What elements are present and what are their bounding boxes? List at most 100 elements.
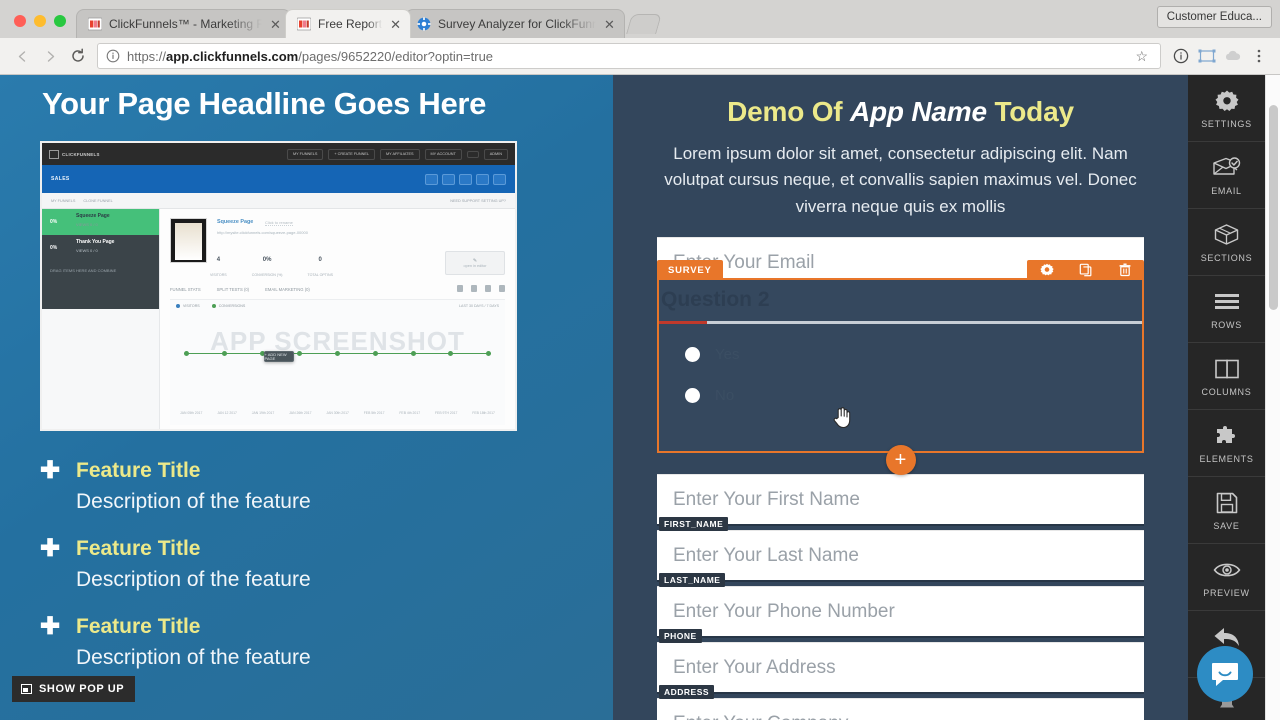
gear-icon <box>1215 88 1239 114</box>
clickfunnels-icon <box>297 17 311 31</box>
screenshot-body: 0% Squeeze Page VIEWS 0 / 0 0% Thank You… <box>42 209 515 430</box>
screenshot-funnel-bar: SALES <box>42 165 515 194</box>
screenshot-chart: VISITORS CONVERSIONS LAST 30 DAYS / 7 DA… <box>170 299 505 426</box>
funnel-step: 0% Thank You Page VIEWS 0 / 0 <box>42 235 159 262</box>
bookmark-star-icon[interactable]: ☆ <box>1135 48 1152 65</box>
radio-icon[interactable] <box>685 347 700 363</box>
email-check-icon <box>1212 155 1241 181</box>
columns-icon <box>1214 356 1239 382</box>
company-field[interactable]: Enter Your Company CUSTOM_TYPE <box>657 698 1144 720</box>
screenshot-nav: MY FUNNELS + CREATE FUNNEL MY AFFILIATES… <box>286 148 508 160</box>
back-button[interactable] <box>9 43 35 69</box>
feature-list: ✚ Feature Title Description of the featu… <box>40 458 573 673</box>
last-name-placeholder: Enter Your Last Name <box>673 544 859 566</box>
extension-info-icon[interactable] <box>1169 44 1193 68</box>
field-tag: ADDRESS <box>659 685 715 700</box>
tab-close-button[interactable]: ✕ <box>269 17 282 32</box>
sidebar-item-save[interactable]: SAVE <box>1188 477 1265 544</box>
survey-question: Question 2 <box>661 288 770 312</box>
sidebar-item-preview[interactable]: PREVIEW <box>1188 544 1265 611</box>
page-headline: Your Page Headline Goes Here <box>42 86 487 121</box>
tab-close-button[interactable]: ✕ <box>603 17 616 32</box>
optin-form: Enter Your Email SURVEY Question 2 Yes N… <box>613 237 1188 720</box>
sidebar-item-label: COLUMNS <box>1201 386 1252 397</box>
survey-option[interactable]: No <box>685 387 1142 404</box>
sidebar-item-label: ROWS <box>1211 319 1242 330</box>
sidebar-item-rows[interactable]: ROWS <box>1188 276 1265 343</box>
feature-item: ✚ Feature Title Description of the featu… <box>40 614 573 673</box>
feature-title: Feature Title <box>76 615 201 639</box>
survey-progress-fill <box>659 321 708 325</box>
browser-tab-clickfunnels[interactable]: ClickFunnels™ - Marketing F... ✕ <box>76 9 291 38</box>
sidebar-item-sections[interactable]: SECTIONS <box>1188 209 1265 276</box>
minimize-window-button[interactable] <box>34 15 46 27</box>
url-text: https://app.clickfunnels.com/pages/96522… <box>127 48 494 64</box>
new-tab-button[interactable] <box>626 14 662 34</box>
sidebar-item-columns[interactable]: COLUMNS <box>1188 343 1265 410</box>
scrollbar-thumb[interactable] <box>1269 105 1278 310</box>
sidebar-item-label: SETTINGS <box>1201 118 1252 129</box>
show-popup-button[interactable]: SHOW POP UP <box>12 676 136 702</box>
screenshot-stats: 4 VISITORS 0% CONVERSION (%) 0 TOTAL OPTINS <box>210 257 333 278</box>
sidebar-item-label: PREVIEW <box>1203 587 1250 598</box>
tab-close-button[interactable]: ✕ <box>389 17 402 32</box>
survey-option-label: Yes <box>715 346 740 364</box>
feature-title: Feature Title <box>76 537 201 561</box>
first-name-field[interactable]: Enter Your First Name FIRST_NAME <box>657 474 1144 532</box>
plus-icon: ✚ <box>40 535 61 563</box>
survey-options: Yes No <box>659 324 1142 404</box>
browser-tab-survey-analyzer[interactable]: Survey Analyzer for ClickFunn... ✕ <box>405 9 626 38</box>
survey-option-label: No <box>715 387 735 405</box>
delete-icon[interactable] <box>1105 260 1144 280</box>
profile-button[interactable]: Customer Educa... <box>1156 6 1272 28</box>
survey-progress-bar <box>659 321 1142 325</box>
settings-gear-icon[interactable] <box>1027 260 1066 280</box>
address-placeholder: Enter Your Address <box>673 656 836 678</box>
cloud-sync-icon[interactable] <box>1221 44 1245 68</box>
sidebar-item-email[interactable]: EMAIL <box>1188 142 1265 209</box>
browser-menu-button[interactable] <box>1247 44 1271 68</box>
address-bar[interactable]: https://app.clickfunnels.com/pages/96522… <box>97 43 1161 69</box>
eye-icon <box>1213 557 1241 583</box>
offer-headline: Demo Of App Name Today <box>727 96 1074 127</box>
forward-button[interactable] <box>37 43 63 69</box>
duplicate-icon[interactable] <box>1066 260 1105 280</box>
reload-button[interactable] <box>65 43 91 69</box>
tab-title: Free Report <box>318 17 383 31</box>
feature-description: Description of the feature <box>76 490 311 514</box>
address-field[interactable]: Enter Your Address ADDRESS <box>657 642 1144 700</box>
responsive-frame-icon[interactable] <box>1195 44 1219 68</box>
floppy-disk-icon <box>1216 490 1238 516</box>
screenshot-tab-icons <box>457 285 505 293</box>
page-scrollbar[interactable] <box>1265 75 1280 720</box>
company-placeholder: Enter Your Company <box>673 713 848 720</box>
close-window-button[interactable] <box>14 15 26 27</box>
editor-sidebar: SETTINGS EMAIL SECTIONS ROWS COLUMNS ELE… <box>1188 75 1265 720</box>
phone-field[interactable]: Enter Your Phone Number PHONE <box>657 586 1144 644</box>
feature-title: Feature Title <box>76 459 201 483</box>
radio-icon[interactable] <box>685 388 700 404</box>
tab-strip: ClickFunnels™ - Marketing F... ✕ Free Re… <box>0 0 1280 38</box>
maximize-window-button[interactable] <box>54 15 66 27</box>
sidebar-item-settings[interactable]: SETTINGS <box>1188 75 1265 142</box>
sidebar-item-elements[interactable]: ELEMENTS <box>1188 410 1265 477</box>
page-info-icon[interactable] <box>106 49 120 63</box>
show-popup-label: SHOW POP UP <box>39 683 125 695</box>
right-content-column: Demo Demo Of App Name Today Lorem ipsum … <box>613 75 1188 720</box>
offer-subheadline: Lorem ipsum dolor sit amet, consectetur … <box>664 144 1137 216</box>
browser-window: ClickFunnels™ - Marketing F... ✕ Free Re… <box>0 0 1280 720</box>
survey-element-toolbar <box>1027 260 1144 281</box>
screenshot-open-editor-button: ✎ open in editor <box>445 251 505 276</box>
field-tag: PHONE <box>659 629 702 644</box>
screenshot-breadcrumbs: MY FUNNELS CLONE FUNNEL NEED SUPPORT SET… <box>42 193 515 210</box>
box-icon <box>1214 222 1239 248</box>
add-element-button[interactable]: + <box>885 445 916 476</box>
first-name-placeholder: Enter Your First Name <box>673 488 860 510</box>
survey-option[interactable]: Yes <box>685 346 1142 363</box>
survey-element[interactable]: SURVEY Question 2 Yes No <box>657 260 1144 454</box>
browser-tab-free-report[interactable]: Free Report ✕ <box>285 9 412 38</box>
last-name-field[interactable]: Enter Your Last Name LAST_NAME <box>657 530 1144 588</box>
tab-title: ClickFunnels™ - Marketing F... <box>109 17 262 31</box>
intercom-messenger-button[interactable] <box>1197 646 1253 702</box>
chat-bubble-icon <box>1212 663 1238 686</box>
